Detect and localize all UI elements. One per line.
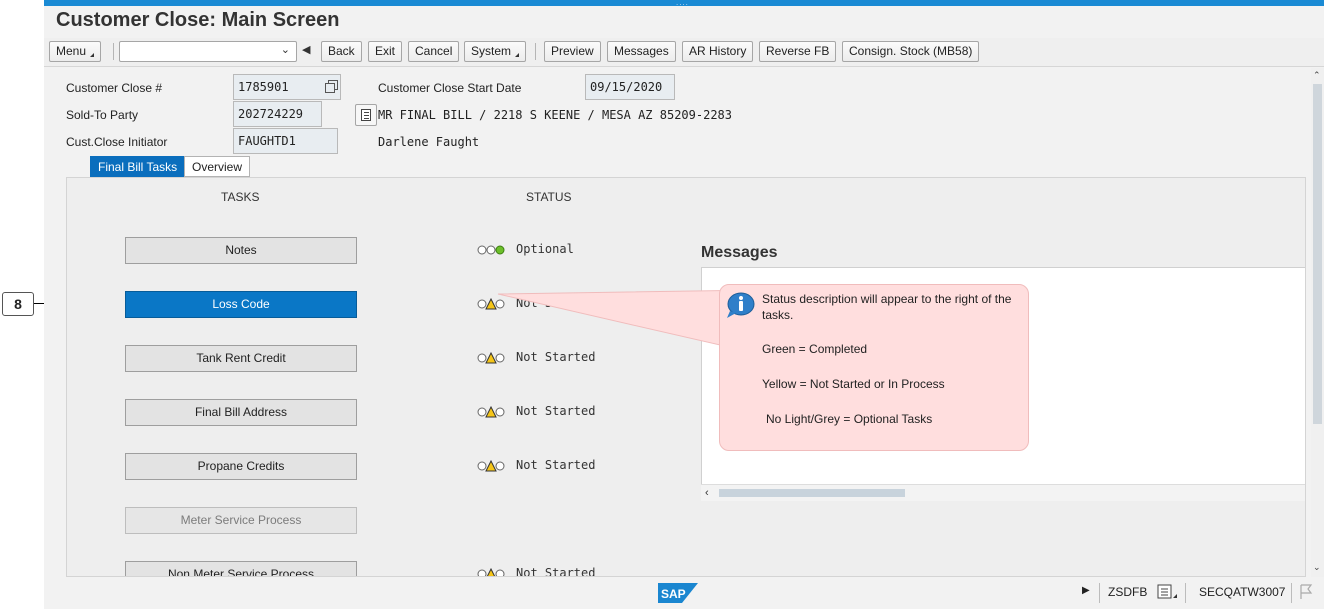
tank-rent-credit-status: Not Started <box>516 350 596 364</box>
sap-window: .... Customer Close: Main Screen Menu ⌄ … <box>44 0 1324 609</box>
page-title: Customer Close: Main Screen <box>56 9 340 31</box>
status-bar: SAP ▶ ZSDFB SECQATW3007 <box>44 577 1324 609</box>
system-button[interactable]: System <box>464 41 527 62</box>
toolbar: Menu ⌄ ◀ Back Exit Cancel System Preview… <box>44 38 1324 67</box>
messages-horizontal-scrollbar[interactable]: ‹ <box>701 484 1305 501</box>
scroll-down-icon[interactable]: ⌄ <box>1313 562 1321 573</box>
start-date-field[interactable]: 09/15/2020 <box>585 74 675 100</box>
traffic-light-icon <box>477 244 505 256</box>
copy-icon[interactable] <box>325 80 338 93</box>
menu-button[interactable]: Menu <box>49 41 102 62</box>
info-sticky-note: Status description will appear to the ri… <box>719 284 1029 451</box>
document-icon <box>361 109 371 121</box>
loss-code-task-button[interactable]: Loss Code <box>125 291 357 318</box>
sold-to-label: Sold-To Party <box>66 108 139 122</box>
customer-close-field[interactable]: 1785901 <box>233 74 341 100</box>
non-meter-service-process-task-button[interactable]: Non Meter Service Process <box>125 561 357 576</box>
note-green: Green = Completed <box>762 342 868 356</box>
tasks-column-header: TASKS <box>221 190 260 204</box>
customer-close-value: 1785901 <box>238 80 289 94</box>
toolbar-separator <box>113 43 114 60</box>
non-meter-service-process-status: Not Started <box>516 566 596 577</box>
traffic-light-icon <box>477 460 505 472</box>
scrollbar-thumb[interactable] <box>719 489 905 497</box>
note-yellow: Yellow = Not Started or In Process <box>762 377 945 391</box>
messages-button[interactable]: Messages <box>607 41 676 62</box>
messages-title: Messages <box>701 244 778 261</box>
scrollbar-thumb[interactable] <box>1313 84 1322 424</box>
system-server: SECQATW3007 <box>1199 585 1286 599</box>
initiator-field[interactable]: FAUGHTD1 <box>233 128 338 154</box>
traffic-light-icon <box>477 406 505 418</box>
status-separator <box>1185 583 1186 603</box>
sold-to-description: MR FINAL BILL / 2218 S KEENE / MESA AZ 8… <box>378 108 733 122</box>
chevron-down-icon[interactable]: ⌄ <box>281 43 290 56</box>
status-separator <box>1291 583 1292 603</box>
initiator-name: Darlene Faught <box>378 135 480 149</box>
initiator-label: Cust.Close Initiator <box>66 135 168 149</box>
final-bill-tasks-panel: TASKS STATUS Notes Optional Loss Code No… <box>66 177 1306 577</box>
command-field[interactable]: ⌄ <box>119 41 297 62</box>
propane-credits-status: Not Started <box>516 458 596 472</box>
tank-rent-credit-task-button[interactable]: Tank Rent Credit <box>125 345 357 372</box>
final-bill-address-task-button[interactable]: Final Bill Address <box>125 399 357 426</box>
status-separator <box>1099 583 1100 603</box>
reverse-fb-button[interactable]: Reverse FB <box>759 41 837 62</box>
traffic-light-icon <box>477 568 505 576</box>
document-icon-button[interactable] <box>355 104 377 126</box>
play-icon[interactable]: ▶ <box>1082 585 1090 596</box>
cancel-button[interactable]: Cancel <box>408 41 460 62</box>
ar-history-button[interactable]: AR History <box>682 41 754 62</box>
customer-close-label: Customer Close # <box>66 81 163 95</box>
status-column-header: STATUS <box>526 190 572 204</box>
info-icon <box>727 292 755 318</box>
note-intro: Status description will appear to the ri… <box>762 292 1012 322</box>
propane-credits-task-button[interactable]: Propane Credits <box>125 453 357 480</box>
scroll-up-icon[interactable]: ⌃ <box>1313 70 1321 81</box>
consign-stock-button[interactable]: Consign. Stock (MB58) <box>842 41 980 62</box>
scroll-left-icon[interactable]: ‹ <box>705 485 709 501</box>
loss-code-status: Not Started <box>516 296 596 310</box>
sold-to-field[interactable]: 202724229 <box>233 101 322 127</box>
notes-status: Optional <box>516 242 574 256</box>
sap-logo-text: SAP <box>661 587 686 601</box>
traffic-light-icon <box>477 298 505 310</box>
note-grey: No Light/Grey = Optional Tasks <box>766 412 933 426</box>
start-date-label: Customer Close Start Date <box>378 81 522 95</box>
top-bar-grip[interactable]: .... <box>676 0 689 7</box>
window-top-bar: .... <box>44 0 1324 7</box>
tab-final-bill-tasks[interactable]: Final Bill Tasks <box>90 156 186 177</box>
meter-service-process-task-button[interactable]: Meter Service Process <box>125 507 357 534</box>
toolbar-separator <box>535 43 536 60</box>
final-bill-address-status: Not Started <box>516 404 596 418</box>
exit-button[interactable]: Exit <box>368 41 403 62</box>
annotation-number: 8 <box>2 292 34 316</box>
tab-overview[interactable]: Overview <box>184 156 251 177</box>
flag-icon[interactable] <box>1298 583 1314 604</box>
back-button[interactable]: Back <box>321 41 362 62</box>
sap-logo: SAP <box>658 583 698 603</box>
transaction-list-icon[interactable] <box>1157 583 1179 604</box>
notes-task-button[interactable]: Notes <box>125 237 357 264</box>
preview-button[interactable]: Preview <box>544 41 601 62</box>
triangle-left-icon[interactable]: ◀ <box>302 43 310 56</box>
vertical-scrollbar[interactable]: ⌃ ⌄ <box>1311 68 1324 577</box>
transaction-code: ZSDFB <box>1108 585 1148 599</box>
traffic-light-icon <box>477 352 505 364</box>
